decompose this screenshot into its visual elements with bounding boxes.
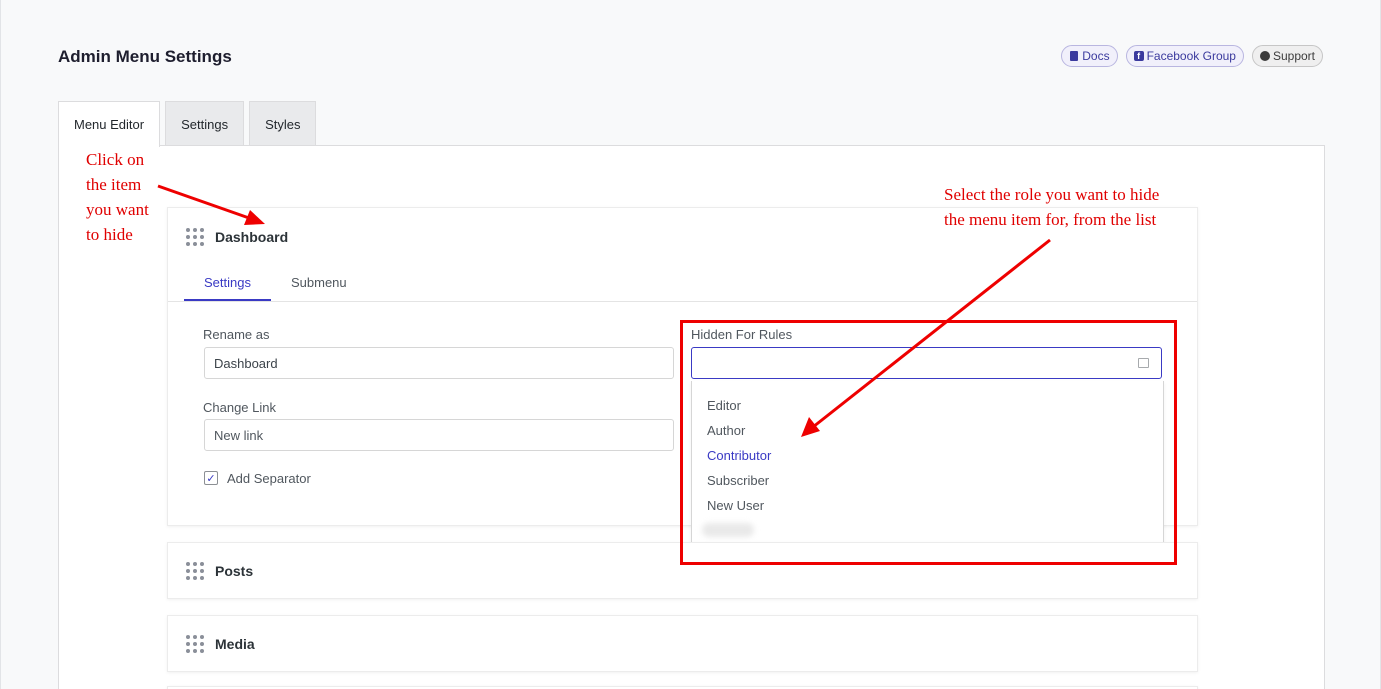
annotation-arrows [157,184,1051,437]
arrow-to-dashboard [157,184,265,225]
tab-menu-editor[interactable]: Menu Editor [58,101,161,147]
page: Admin Menu Settings Docs f Facebook Grou… [0,0,1381,689]
arrow-to-contributor [801,238,1051,437]
